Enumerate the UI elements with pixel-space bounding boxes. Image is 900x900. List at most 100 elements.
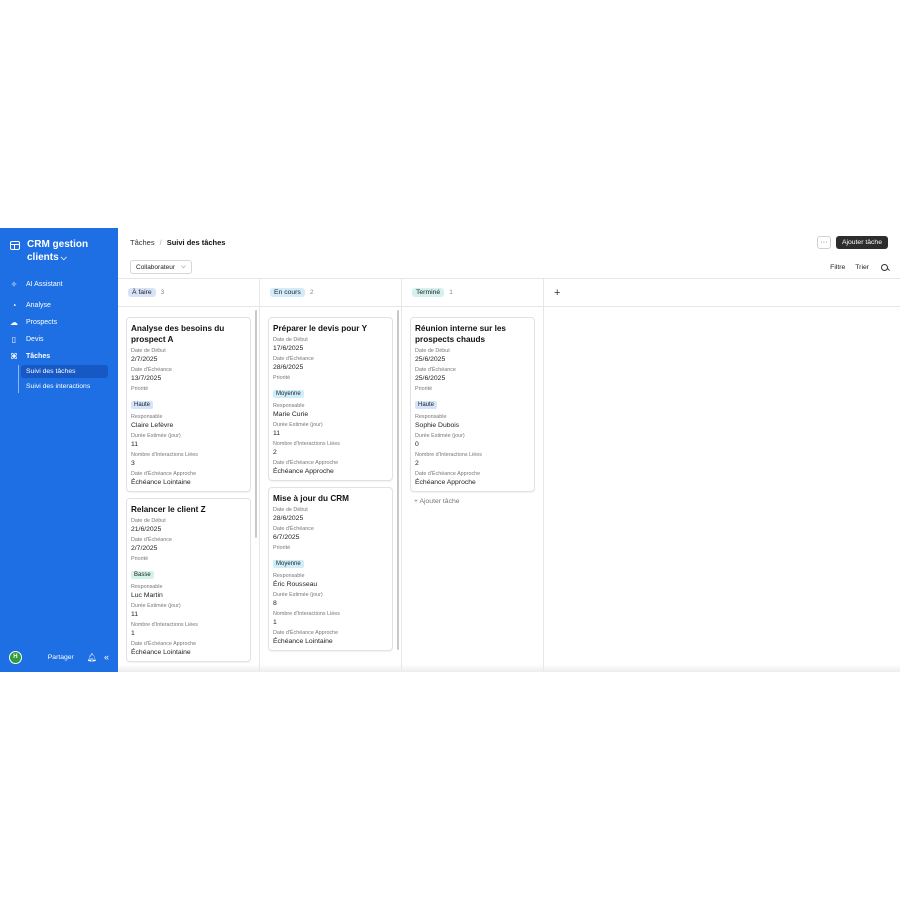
field-label: Date de Début [273, 507, 308, 513]
field-duration: 8 [273, 600, 277, 607]
sidebar-item-label: Analyse [26, 302, 51, 309]
card-title: Relancer le client Z [131, 505, 206, 514]
field-start-date: 17/6/2025 [273, 345, 304, 352]
field-owner: Marie Curie [273, 411, 309, 418]
field-label: Nombre d'Interactions Liées [415, 452, 482, 458]
field-due-date: 28/6/2025 [273, 364, 304, 371]
topbar: Tâches / Suivi des tâches ··· Ajouter tâ… [118, 228, 900, 256]
field-due-status: Échéance Approche [415, 479, 476, 486]
subitem-suivi-des-interactions[interactable]: Suivi des interactions [21, 380, 108, 393]
filter-button[interactable]: Filtre [830, 264, 845, 271]
sidebar-item-ai-assistant[interactable]: ✧ AI Assistant [0, 276, 118, 293]
column-termine: Terminé 1 Réunion interne sur les prospe… [402, 279, 544, 672]
column-title[interactable]: En cours [270, 288, 305, 297]
field-label: Date d'Échéance Approche [415, 471, 481, 477]
task-card[interactable]: Réunion interne sur les prospects chauds… [410, 317, 535, 492]
priority-badge: Haute [415, 401, 438, 409]
add-column-button[interactable]: + [544, 279, 900, 307]
column-count: 1 [449, 289, 453, 296]
field-label: Nombre d'Interactions Liées [273, 441, 340, 447]
column-scrollbar[interactable] [397, 310, 399, 650]
view-toolbar: Collaborateur ⌵ Filtre Trier [118, 256, 900, 278]
kanban-board: À faire 3 Analyse des besoins du prospec… [118, 278, 900, 672]
field-interactions: 1 [131, 630, 135, 637]
field-duration: 0 [415, 441, 419, 448]
top-actions: ··· Ajouter tâche [816, 235, 888, 249]
column-title[interactable]: Terminé [412, 288, 445, 297]
field-due-date: 25/6/2025 [415, 375, 446, 382]
field-label: Date de Début [131, 518, 166, 524]
task-card[interactable]: Mise à jour du CRM Date de Début 28/6/20… [268, 487, 393, 651]
field-start-date: 2/7/2025 [131, 356, 158, 363]
app-icon [10, 241, 20, 250]
field-label: Date d'Échéance [131, 537, 172, 543]
field-due-date: 13/7/2025 [131, 375, 162, 382]
collaborator-dropdown[interactable]: Collaborateur ⌵ [130, 260, 192, 274]
field-label: Date d'Échéance [273, 356, 314, 362]
sidebar-item-devis[interactable]: ▯ Devis [0, 331, 118, 348]
field-interactions: 2 [273, 449, 277, 456]
task-card[interactable]: Relancer le client Z Date de Début 21/6/… [126, 498, 251, 662]
field-label: Nombre d'Interactions Liées [131, 622, 198, 628]
sparkle-icon: ✧ [10, 280, 18, 289]
avatar[interactable]: H [9, 650, 22, 664]
cloud-icon: ☁ [10, 318, 18, 327]
collaborator-label: Collaborateur [136, 263, 176, 271]
column-header: Terminé 1 [402, 279, 543, 307]
field-label: Responsable [415, 414, 447, 420]
priority-badge: Moyenne [273, 390, 304, 398]
field-label: Date de Début [273, 337, 308, 343]
app-title: CRM gestion clients [27, 239, 89, 263]
analytics-icon: ◔ [11, 301, 17, 310]
column-scrollbar[interactable] [255, 310, 257, 538]
field-label: Responsable [131, 414, 163, 420]
sidebar-nav: ✧ AI Assistant ◔ Analyse ☁ Prospects ▯ D… [0, 276, 118, 393]
tasks-icon: ⌘ [10, 352, 18, 361]
field-label: Date d'Échéance [415, 367, 456, 373]
field-label: Priorité [273, 545, 291, 551]
more-options-button[interactable]: ··· [816, 235, 831, 249]
field-label: Durée Estimée (jour) [131, 433, 181, 439]
column-cards: Préparer le devis pour Y Date de Début 1… [260, 308, 401, 672]
add-task-button[interactable]: Ajouter tâche [835, 235, 888, 249]
breadcrumb-root[interactable]: Tâches [130, 238, 155, 247]
breadcrumb: Tâches / Suivi des tâches [130, 238, 225, 247]
field-label: Priorité [131, 386, 149, 392]
field-due-date: 6/7/2025 [273, 534, 300, 541]
page-title: Suivi des tâches [166, 237, 226, 247]
field-label: Date d'Échéance Approche [273, 460, 339, 466]
card-title: Mise à jour du CRM [273, 494, 349, 503]
workspace-switcher[interactable]: CRM gestion clients ⌵ [0, 228, 118, 264]
double-chevron-left-icon[interactable]: « [104, 652, 109, 662]
add-task-inline-button[interactable]: + Ajouter tâche [410, 498, 535, 505]
sort-button[interactable]: Trier [855, 264, 869, 271]
field-due-status: Échéance Approche [273, 468, 334, 475]
tasks-subnav: Suivi des tâches Suivi des interactions [18, 365, 108, 393]
field-label: Durée Estimée (jour) [273, 422, 323, 428]
field-label: Date d'Échéance Approche [131, 641, 197, 647]
column-count: 3 [160, 289, 165, 296]
chevron-down-icon: ⌵ [181, 263, 186, 270]
field-duration: 11 [131, 611, 139, 618]
field-label: Priorité [415, 386, 433, 392]
field-due-date: 2/7/2025 [131, 545, 158, 552]
bell-icon[interactable]: 🔔︎ [87, 653, 97, 662]
priority-badge: Moyenne [273, 560, 304, 568]
field-owner: Éric Rousseau [273, 581, 318, 588]
column-title[interactable]: À faire [128, 288, 156, 297]
toolbar-actions: Filtre Trier [830, 263, 888, 271]
sidebar-item-analyse[interactable]: ◔ Analyse [0, 297, 118, 314]
task-card[interactable]: Analyse des besoins du prospect A Date d… [126, 317, 251, 492]
column-a-faire: À faire 3 Analyse des besoins du prospec… [118, 279, 260, 672]
subitem-suivi-des-taches[interactable]: Suivi des tâches [21, 365, 108, 378]
sidebar-item-taches[interactable]: ⌘ Tâches [0, 348, 118, 365]
document-icon: ▯ [11, 335, 17, 344]
sidebar-item-prospects[interactable]: ☁ Prospects [0, 314, 118, 331]
field-owner: Claire Lefèvre [131, 422, 174, 429]
task-card[interactable]: Préparer le devis pour Y Date de Début 1… [268, 317, 393, 481]
search-icon[interactable] [881, 263, 888, 271]
share-button[interactable]: Partager [48, 654, 74, 661]
field-due-status: Échéance Lointaine [273, 638, 333, 645]
priority-badge: Basse [131, 571, 154, 579]
field-label: Nombre d'Interactions Liées [273, 611, 340, 617]
